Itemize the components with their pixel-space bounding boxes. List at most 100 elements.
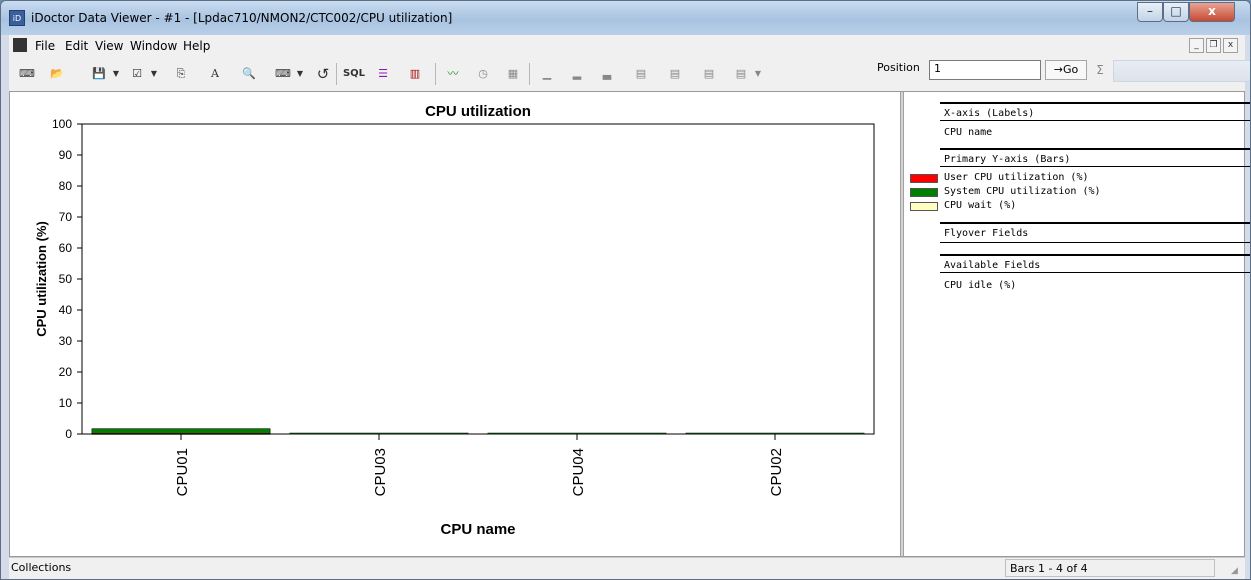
bar-graph-icon[interactable]: ▥	[405, 64, 425, 84]
chart-title: CPU utilization	[425, 103, 531, 120]
x-tick-label: CPU02	[768, 448, 785, 496]
legend-rule	[940, 120, 1250, 121]
resize-grip-icon[interactable]: ◢	[1231, 566, 1243, 578]
toolbar-separator	[435, 63, 436, 85]
y-tick-label: 10	[59, 396, 73, 410]
save-dropdown-icon[interactable]: ▼	[111, 64, 121, 84]
legend-rule	[940, 242, 1250, 243]
font-icon[interactable]: A	[205, 64, 225, 84]
y-tick-label: 80	[59, 179, 73, 193]
bar-width-medium-icon[interactable]: ▂	[567, 64, 587, 84]
x-tick-label: CPU01	[174, 448, 191, 496]
y-tick-label: 60	[59, 241, 73, 255]
refresh-icon[interactable]: ↺	[313, 64, 333, 84]
bar-style-3-icon[interactable]: ▤	[699, 64, 719, 84]
save-icon[interactable]: 💾	[89, 64, 109, 84]
legend-panel: X-axis (Labels) CPU name Primary Y-axis …	[904, 92, 1250, 556]
bar-style-2-icon[interactable]: ▤	[665, 64, 685, 84]
time-interval-icon[interactable]: ◷	[473, 64, 493, 84]
legend-icon[interactable]: ☰	[373, 64, 393, 84]
client-area: CPU utilization 0 10 20 30 40 50 60 70 80 90 100 CPU…	[9, 91, 1250, 557]
status-bar: Collections Bars 1 - 4 of 4 ◢	[9, 557, 1245, 579]
query-icon[interactable]: ⌨	[17, 64, 37, 84]
legend-rule	[940, 254, 1250, 256]
bar-width-wide-icon[interactable]: ▃	[597, 64, 617, 84]
x-axis-field[interactable]: CPU name	[944, 127, 992, 138]
status-bar-count: Bars 1 - 4 of 4	[1005, 559, 1215, 577]
bar-style-4-icon[interactable]: ▤	[731, 64, 751, 84]
app-icon: iD	[9, 10, 25, 26]
minimize-button[interactable]: –	[1137, 2, 1163, 22]
status-collections: Collections	[11, 561, 72, 574]
y-tick-label: 100	[52, 117, 72, 131]
properties-dropdown-icon[interactable]: ▼	[149, 64, 159, 84]
sigma-icon[interactable]: Σ	[1091, 61, 1109, 79]
available-header: Available Fields	[944, 260, 1041, 271]
toolbar-empty-area	[1113, 60, 1250, 82]
document-icon[interactable]	[13, 38, 27, 52]
legend-series-cpu-wait[interactable]: CPU wait (%)	[944, 200, 1016, 211]
menu-bar: File Edit View Window Help _ ❐ x	[9, 35, 1245, 58]
plot-area	[81, 123, 875, 435]
legend-rule	[940, 272, 1250, 273]
bar-style-1-icon[interactable]: ▤	[631, 64, 651, 84]
legend-rule	[940, 166, 1250, 167]
menu-help[interactable]: Help	[183, 39, 210, 53]
menu-file[interactable]: File	[35, 39, 55, 53]
legend-rule	[940, 148, 1250, 150]
y-tick-label: 20	[59, 365, 73, 379]
y-tick-label: 90	[59, 148, 73, 162]
close-button[interactable]: x	[1189, 2, 1235, 22]
y-tick-label: 0	[65, 427, 72, 441]
bar-width-narrow-icon[interactable]: ▁	[537, 64, 557, 84]
toolbar-separator	[529, 63, 530, 85]
sql-icon[interactable]: SQL	[341, 64, 367, 84]
chart-panel[interactable]: CPU utilization 0 10 20 30 40 50 60 70 80 90 100 CPU…	[10, 92, 900, 556]
bar-segment	[685, 432, 865, 435]
legend-swatch-user-cpu	[910, 174, 938, 183]
window-title: iDoctor Data Viewer - #1 - [Lpdac710/NMO…	[31, 11, 453, 25]
legend-series-user-cpu[interactable]: User CPU utilization (%)	[944, 172, 1089, 183]
query-definition-icon[interactable]: ⌨	[273, 64, 293, 84]
y-axis-label: CPU utilization (%)	[34, 221, 49, 337]
mdi-minimize-button[interactable]: _	[1189, 38, 1204, 53]
query-dropdown-icon[interactable]: ▼	[295, 64, 305, 84]
position-label: Position	[877, 61, 920, 74]
y-tick-label: 40	[59, 303, 73, 317]
line-graph-icon[interactable]: 〰	[443, 64, 463, 84]
y-tick-label: 70	[59, 210, 73, 224]
maximize-button[interactable]: □	[1163, 2, 1189, 22]
x-tick-label: CPU04	[570, 448, 587, 496]
y-tick-label: 50	[59, 272, 73, 286]
primary-y-header: Primary Y-axis (Bars)	[944, 154, 1071, 165]
legend-series-system-cpu[interactable]: System CPU utilization (%)	[944, 186, 1101, 197]
menu-edit[interactable]: Edit	[65, 39, 88, 53]
legend-rule	[940, 222, 1250, 224]
menu-view[interactable]: View	[95, 39, 123, 53]
bar-segment	[487, 432, 667, 435]
bar-style-dropdown-icon[interactable]: ▼	[753, 64, 763, 84]
copy-icon[interactable]: ⎘	[171, 64, 191, 84]
bar-segment	[91, 428, 271, 434]
mdi-restore-button[interactable]: ❐	[1206, 38, 1221, 53]
y-tick-label: 30	[59, 334, 73, 348]
legend-rule	[940, 102, 1250, 104]
app-window: iD iDoctor Data Viewer - #1 - [Lpdac710/…	[0, 0, 1251, 580]
flyover-header: Flyover Fields	[944, 228, 1029, 239]
bar-chart[interactable]: CPU utilization 0 10 20 30 40 50 60 70 80 90 100 CPU…	[10, 92, 900, 556]
find-icon[interactable]: 🔍	[239, 64, 259, 84]
title-bar[interactable]: iD iDoctor Data Viewer - #1 - [Lpdac710/…	[1, 1, 1250, 35]
mdi-close-button[interactable]: x	[1223, 38, 1238, 53]
properties-icon[interactable]: ☑	[127, 64, 147, 84]
legend-swatch-system-cpu	[910, 188, 938, 197]
x-tick-label: CPU03	[372, 448, 389, 496]
bar-segment	[289, 432, 469, 435]
position-input[interactable]: 1	[929, 60, 1041, 80]
open-folder-icon[interactable]: 📂	[47, 64, 67, 84]
table-icon[interactable]: ▦	[503, 64, 523, 84]
available-field-cpu-idle[interactable]: CPU idle (%)	[944, 280, 1016, 291]
toolbar-separator	[336, 63, 337, 85]
x-axis-label: CPU name	[440, 521, 515, 538]
menu-window[interactable]: Window	[130, 39, 177, 53]
go-button[interactable]: →Go	[1045, 60, 1087, 80]
